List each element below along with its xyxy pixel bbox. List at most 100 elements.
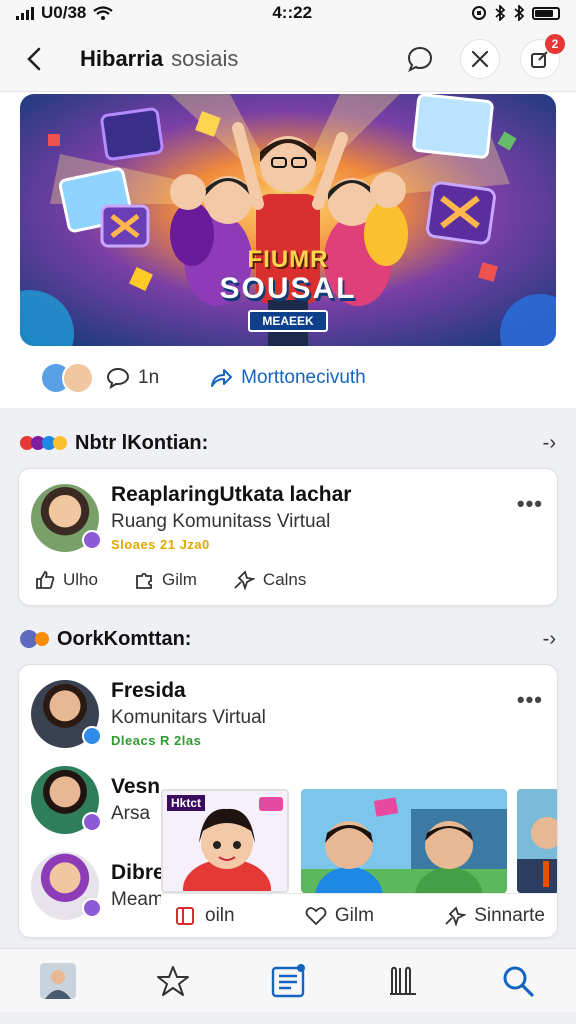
card-text: ReaplaringUtkata lachar Ruang Komunitass… <box>111 483 351 552</box>
community-name: ReaplaringUtkata lachar <box>111 483 352 506</box>
card-actions: Ulho Gilm Calns <box>19 566 557 604</box>
member-name: Dibre <box>111 861 165 884</box>
bottom-nav <box>0 948 576 1012</box>
discover-button[interactable] <box>460 38 500 79</box>
section-arrow-icon-1[interactable]: -› <box>543 432 556 455</box>
nav-profile[interactable] <box>36 959 80 1003</box>
person-illustration <box>517 817 557 893</box>
card-text: Vesn Arsa <box>111 775 160 825</box>
spark-icon <box>445 905 467 926</box>
header-actions: 2 <box>400 33 565 79</box>
share-button[interactable]: Morttonecivuth <box>209 367 366 389</box>
search-icon <box>503 966 534 997</box>
member-name: Vesn <box>111 775 161 798</box>
community-subtitle: Komunitars Virtual <box>111 707 266 728</box>
compose-icon <box>531 50 548 68</box>
community-subtitle: Ruang Komunitass Virtual <box>111 511 331 532</box>
comment-count: 1n <box>138 367 160 388</box>
page-subtitle: sosiais <box>171 45 239 71</box>
verified-badge-icon <box>82 725 102 746</box>
page-title: Hibarria <box>80 45 164 71</box>
nav-search[interactable] <box>496 959 540 1003</box>
signal-icon <box>16 6 34 20</box>
share-label: Morttonecivuth <box>241 367 366 388</box>
comment-icon <box>106 367 130 389</box>
like-label: Ulho <box>63 570 98 589</box>
community-meta: Dleacs R 2las <box>111 733 202 748</box>
status-left: U0/38 <box>16 3 114 23</box>
media-tag: Hktct <box>167 795 206 811</box>
feed-actions: 1n Morttonecivuth <box>40 358 366 398</box>
media-comment-button[interactable]: Gilm <box>305 905 374 927</box>
back-button[interactable] <box>16 41 52 77</box>
community-icon <box>20 436 67 450</box>
media-share-label: Sinnarte <box>474 904 545 926</box>
chat-button[interactable] <box>400 39 440 79</box>
media-like-button[interactable]: oiln <box>175 905 235 927</box>
bluetooth-icon <box>495 5 506 21</box>
media-thumb-3[interactable] <box>517 789 557 893</box>
battery-icon <box>532 6 560 20</box>
profile-avatar-icon <box>39 962 76 999</box>
media-share-button[interactable]: Sinnarte <box>444 905 545 927</box>
section-header-2: OorkKomttan: -› <box>0 614 576 664</box>
community-row[interactable]: Fresida Komunitars Virtual Dleacs R 2las… <box>19 665 557 762</box>
banner-tag: MEAEEK <box>20 310 556 332</box>
chevron-left-icon <box>27 47 41 70</box>
feed-banner-image[interactable]: FIUMR SOUSAL MEAEEK <box>20 94 556 346</box>
nav-library[interactable] <box>381 959 425 1003</box>
status-right <box>471 5 560 21</box>
heart-icon <box>305 906 327 925</box>
community-row[interactable]: ReaplaringUtkata lachar Ruang Komunitass… <box>19 469 557 566</box>
avatar <box>31 766 102 834</box>
group-icon <box>20 630 49 648</box>
books-icon <box>390 966 417 995</box>
status-time: 4::22 <box>272 3 313 22</box>
join-label: Gilm <box>161 570 197 589</box>
community-meta: Sloaes 21 Jza0 <box>111 537 210 552</box>
status-bar: U0/38 4::22 <box>0 0 576 26</box>
reactor-avatars[interactable] <box>40 362 94 394</box>
community-card-2[interactable]: Fresida Komunitars Virtual Dleacs R 2las… <box>18 664 558 938</box>
star-icon <box>156 965 189 996</box>
verified-badge-icon <box>82 529 102 550</box>
member-subtitle: Meam <box>111 889 164 910</box>
nav-feed[interactable] <box>266 959 310 1003</box>
comments-button[interactable]: 1n <box>106 367 159 389</box>
more-options-button[interactable]: ••• <box>517 491 543 517</box>
carrier-label: U0/38 <box>41 3 87 22</box>
section-title-1: Nbtr lKontian: <box>75 431 209 454</box>
card-text: Dibre Meam <box>111 861 165 911</box>
chat-bubble-icon <box>407 46 433 72</box>
banner-illustration <box>20 94 556 346</box>
news-feed-icon <box>271 963 305 997</box>
section-arrow-icon-2[interactable]: -› <box>543 628 556 651</box>
app-header: Hibarria sosiais 2 <box>0 26 576 92</box>
rotation-lock-icon <box>472 6 486 20</box>
more-options-button[interactable]: ••• <box>517 687 543 713</box>
card-text: Fresida Komunitars Virtual Dleacs R 2las <box>111 679 266 748</box>
banner-title: FIUMR <box>247 246 329 273</box>
avatar <box>62 362 94 394</box>
verified-badge-icon <box>82 898 102 918</box>
notifications-button[interactable]: 2 <box>520 33 565 79</box>
calls-button[interactable]: Calns <box>233 570 306 590</box>
banner-tag-label: MEAEEK <box>248 310 328 332</box>
feed-post: FIUMR SOUSAL MEAEEK 1n Morttonecivuth <box>0 92 576 408</box>
notification-badge: 2 <box>545 33 565 54</box>
media-like-label: oiln <box>205 904 235 926</box>
media-thumb-2[interactable] <box>301 789 507 893</box>
join-button[interactable]: Gilm <box>134 570 197 590</box>
banner-subtitle: SOUSAL <box>219 272 357 305</box>
media-actions: oiln Gilm Sinnarte <box>161 893 557 937</box>
wifi-icon <box>93 6 114 20</box>
community-card-1[interactable]: ReaplaringUtkata lachar Ruang Komunitass… <box>18 468 558 606</box>
like-button[interactable]: Ulho <box>35 570 98 590</box>
school-illustration <box>301 789 507 893</box>
section-header-1: Nbtr lKontian: -› <box>0 418 576 468</box>
bookmark-icon <box>176 906 194 925</box>
media-thumb-1[interactable]: Hktct <box>161 789 289 893</box>
media-preview[interactable]: Hktct oiln Gilm Sinnarte <box>161 789 557 937</box>
puzzle-icon <box>136 572 152 589</box>
nav-favorites[interactable] <box>151 959 195 1003</box>
